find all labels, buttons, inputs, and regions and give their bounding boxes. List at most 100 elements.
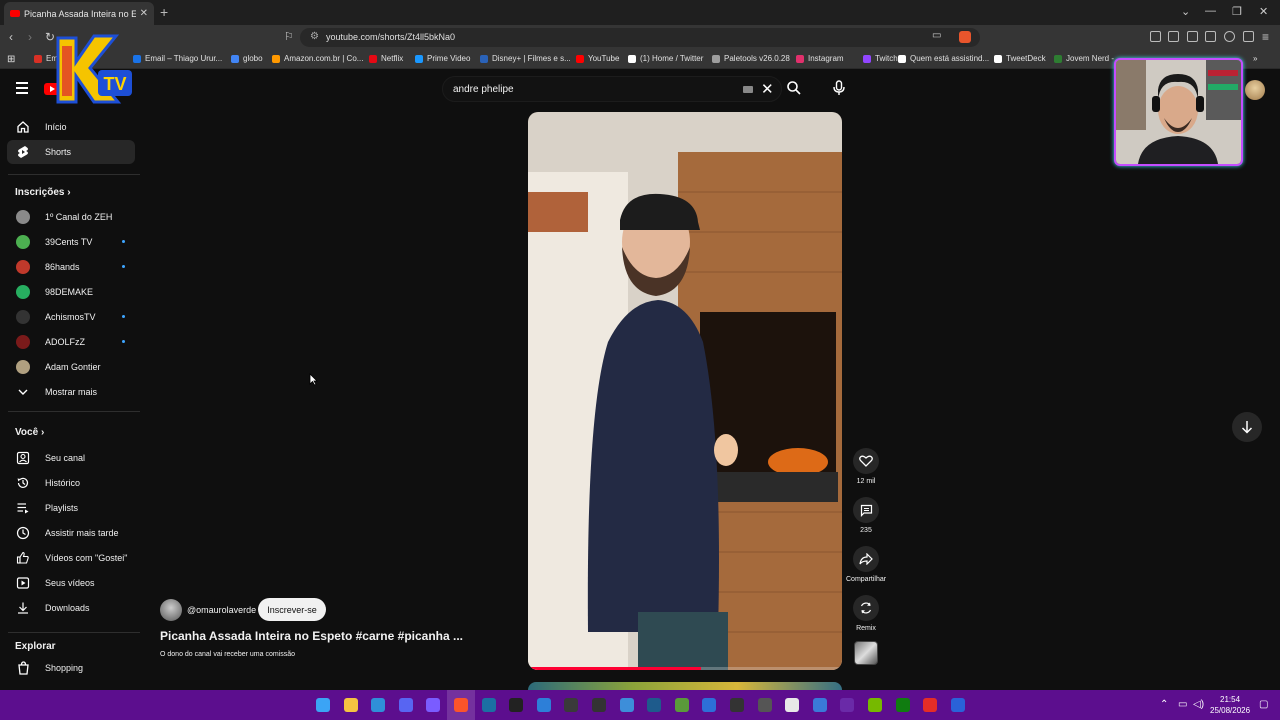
- sidebar-subscription-item[interactable]: Adam Gontier: [7, 355, 135, 379]
- sidebar-icon[interactable]: [1187, 31, 1198, 42]
- channel-avatar[interactable]: [160, 599, 182, 621]
- sidebar-subscription-item[interactable]: ADOLFzZ: [7, 330, 135, 354]
- sidebar-item-shorts[interactable]: Shorts: [7, 140, 135, 164]
- bookmark-item[interactable]: Email – Thiago Urur...: [133, 54, 222, 63]
- sidebar-you-item[interactable]: Seu canal: [7, 446, 135, 470]
- maximize-icon[interactable]: ❐: [1232, 5, 1242, 18]
- bookmark-item[interactable]: Prime Video: [415, 54, 470, 63]
- nvidia-icon[interactable]: [868, 698, 882, 712]
- account-avatar[interactable]: [1245, 80, 1265, 100]
- next-short-preview[interactable]: [528, 682, 842, 690]
- more-bookmarks-icon[interactable]: »: [1253, 54, 1257, 63]
- subscriptions-heading[interactable]: Inscrições ›: [15, 187, 71, 198]
- close-window-icon[interactable]: ✕: [1259, 5, 1268, 18]
- show-more-button[interactable]: Mostrar mais: [7, 380, 135, 404]
- tab-search-icon[interactable]: ⌄: [1181, 5, 1190, 18]
- app-icon[interactable]: [426, 698, 441, 712]
- app-icon[interactable]: [619, 698, 634, 712]
- sidebar-you-item[interactable]: Histórico: [7, 471, 135, 495]
- sound-thumbnail[interactable]: [854, 641, 878, 665]
- keyboard-icon[interactable]: [743, 86, 753, 93]
- sidebar-item-inicio[interactable]: Início: [7, 115, 135, 139]
- share-action[interactable]: Compartilhar: [846, 546, 886, 583]
- channel-handle[interactable]: @omaurolaverde: [187, 605, 256, 615]
- vpn-icon[interactable]: [1243, 31, 1254, 42]
- search-icon[interactable]: [786, 80, 802, 96]
- bookmark-item[interactable]: Twitch: [863, 54, 898, 63]
- you-heading[interactable]: Você ›: [15, 427, 44, 438]
- new-tab-button[interactable]: +: [160, 4, 168, 20]
- subscribe-button[interactable]: Inscrever-se: [258, 598, 326, 621]
- volume-icon[interactable]: ◁): [1193, 699, 1204, 710]
- app-icon[interactable]: [730, 698, 744, 712]
- clear-search-icon[interactable]: ✕: [761, 80, 774, 98]
- close-tab-icon[interactable]: ✕: [140, 8, 148, 19]
- bookmark-item[interactable]: Jovem Nerd -: [1054, 54, 1114, 63]
- sidebar-subscription-item[interactable]: 39Cents TV: [7, 230, 135, 254]
- short-video-player[interactable]: [528, 112, 842, 670]
- cast-icon[interactable]: ▭: [932, 30, 941, 41]
- app-icon[interactable]: [647, 698, 662, 712]
- minimize-icon[interactable]: —: [1205, 5, 1216, 17]
- browser-tab[interactable]: Picanha Assada Inteira no Espeto #carne …: [4, 2, 154, 25]
- extension-icon[interactable]: [1150, 31, 1161, 42]
- comment-icon[interactable]: [853, 497, 879, 523]
- bookmark-item[interactable]: Disney+ | Filmes e s...: [480, 54, 571, 63]
- wallet-icon[interactable]: [1205, 31, 1216, 42]
- sidebar-you-item[interactable]: Downloads: [7, 596, 135, 620]
- bookmark-item[interactable]: Netflix: [369, 54, 403, 63]
- github-icon[interactable]: [592, 698, 606, 712]
- share-icon[interactable]: [853, 546, 879, 572]
- comment-action[interactable]: 235: [846, 497, 886, 534]
- leo-icon[interactable]: [1224, 31, 1235, 42]
- menu-icon[interactable]: ≡: [1262, 30, 1269, 44]
- sidebar-you-item[interactable]: Vídeos com "Gostei": [7, 546, 135, 570]
- bookmark-item[interactable]: (1) Home / Twitter: [628, 54, 703, 63]
- sidebar-item-shopping[interactable]: Shopping: [7, 656, 135, 680]
- tray-chevron-icon[interactable]: ⌃: [1160, 699, 1168, 710]
- xbox-icon[interactable]: [895, 698, 910, 712]
- next-short-button[interactable]: [1232, 412, 1262, 442]
- hamburger-menu-icon[interactable]: [16, 82, 28, 97]
- sidebar-subscription-item[interactable]: 98DEMAKE: [7, 280, 135, 304]
- notification-icon[interactable]: ▢: [1259, 699, 1268, 710]
- sidebar-you-item[interactable]: Playlists: [7, 496, 135, 520]
- bookmark-item[interactable]: globo: [231, 54, 263, 63]
- sidebar-you-item[interactable]: Assistir mais tarde: [7, 521, 135, 545]
- app-icon[interactable]: [564, 698, 579, 712]
- bookmark-item[interactable]: Amazon.com.br | Co...: [272, 54, 363, 63]
- site-info-icon[interactable]: ⚙: [310, 31, 319, 42]
- bookmark-item[interactable]: YouTube: [576, 54, 619, 63]
- apps-grid-icon[interactable]: ⊞: [7, 54, 15, 65]
- heart-icon[interactable]: [853, 448, 879, 474]
- sidebar-subscription-item[interactable]: AchismosTV: [7, 305, 135, 329]
- bookmark-item[interactable]: Instagram: [796, 54, 844, 63]
- forward-icon[interactable]: ›: [28, 30, 32, 44]
- app-icon[interactable]: [950, 698, 965, 712]
- steam-icon[interactable]: [481, 698, 496, 712]
- app-icon[interactable]: [536, 698, 551, 712]
- youtube-music-icon[interactable]: [923, 698, 938, 712]
- sidebar-subscription-item[interactable]: 1º Canal do ZEH: [7, 205, 135, 229]
- brave-shield-icon[interactable]: [959, 31, 971, 43]
- minecraft-icon[interactable]: [674, 698, 689, 712]
- app-icon[interactable]: [757, 698, 772, 712]
- system-clock[interactable]: 21:54 25/08/2026: [1210, 694, 1250, 716]
- short-title[interactable]: Picanha Assada Inteira no Espeto #carne …: [160, 629, 463, 643]
- chrome-icon[interactable]: [785, 698, 800, 712]
- file-explorer-icon[interactable]: [343, 698, 358, 712]
- bookmark-item[interactable]: Paletools v26.0.28: [712, 54, 790, 63]
- bookmark-icon[interactable]: ⚐: [284, 30, 294, 43]
- network-icon[interactable]: ▭: [1178, 699, 1187, 710]
- microphone-icon[interactable]: [832, 80, 846, 96]
- address-bar[interactable]: ⚙ youtube.com/shorts/Zt4ll5bkNa0: [300, 28, 980, 47]
- bookmark-item[interactable]: TweetDeck: [994, 54, 1046, 63]
- back-icon[interactable]: ‹: [9, 30, 13, 44]
- edge-icon[interactable]: [371, 698, 386, 712]
- brave-icon[interactable]: [454, 698, 468, 712]
- like-action[interactable]: 12 mil: [846, 448, 886, 485]
- remix-action[interactable]: Remix: [846, 595, 886, 632]
- search-input[interactable]: andre phelipe ✕: [442, 76, 782, 102]
- app-icon[interactable]: [702, 698, 717, 712]
- windows-start-icon[interactable]: [316, 698, 330, 712]
